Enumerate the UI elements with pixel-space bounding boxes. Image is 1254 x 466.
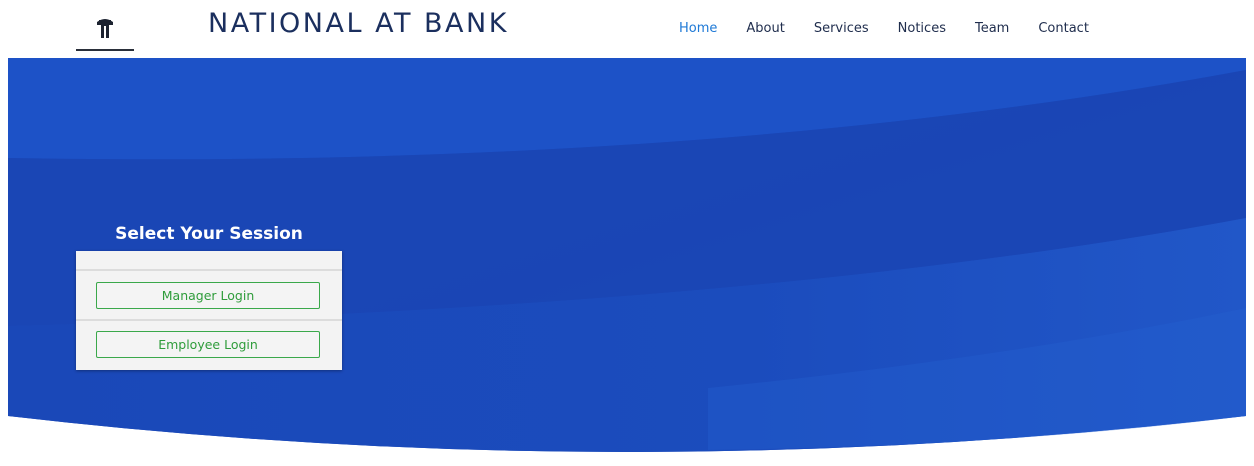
site-header: NATIONAL AT BANK Home About Services Not… [0,0,1254,58]
manager-login-button[interactable]: Manager Login [96,282,320,309]
card-divider [76,269,342,271]
nav-contact[interactable]: Contact [1038,21,1089,36]
employee-login-button[interactable]: Employee Login [96,331,320,358]
brand-title[interactable]: NATIONAL AT BANK [208,8,509,39]
nav-services[interactable]: Services [814,21,869,36]
session-card: Manager Login Employee Login [76,251,342,370]
nav-about[interactable]: About [746,21,784,36]
session-title: Select Your Session [115,224,303,244]
page: NATIONAL AT BANK Home About Services Not… [0,0,1254,466]
logo-underline [76,49,134,51]
bank-logo-icon[interactable] [76,10,134,50]
nav-home[interactable]: Home [679,21,717,36]
main-nav: Home About Services Notices Team Contact [679,21,1089,36]
nav-notices[interactable]: Notices [898,21,946,36]
nav-team[interactable]: Team [975,21,1009,36]
card-divider [76,319,342,321]
